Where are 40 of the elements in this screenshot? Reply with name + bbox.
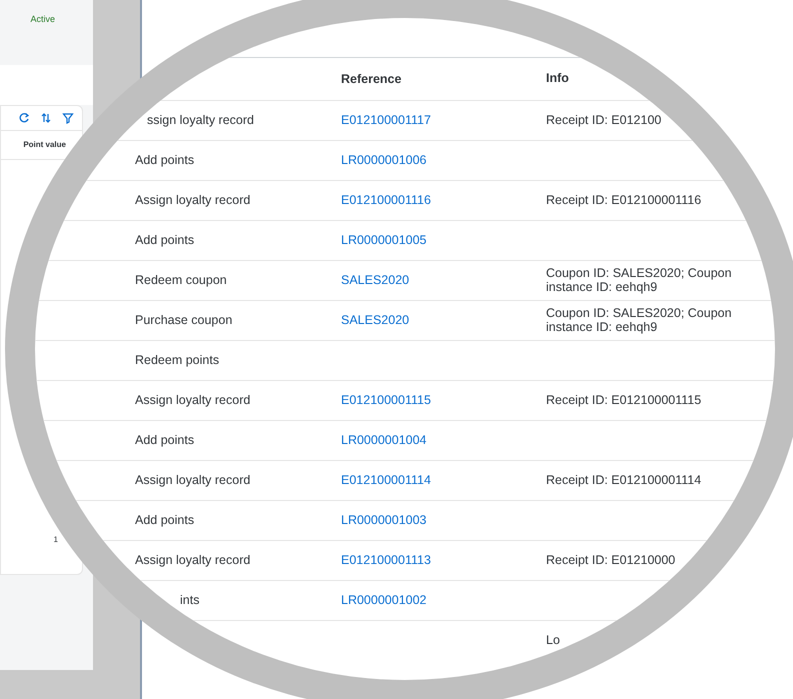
table-cell: Redeem coupon (135, 273, 227, 288)
table-cell: Purchase coupon (135, 313, 232, 328)
reference-link[interactable]: LR0000001005 (341, 233, 426, 248)
table-cell: Lo (546, 632, 560, 647)
table-cell: Assign loyalty record (135, 473, 250, 488)
table-cell: Assign loyalty record (135, 553, 250, 568)
reference-link[interactable]: E012100001115 (341, 393, 431, 408)
reference-link[interactable]: LR0000001002 (341, 593, 426, 608)
table-cell-text: 1 (52, 534, 59, 546)
filter-icon[interactable] (62, 112, 74, 124)
reference-link[interactable]: SALES2020 (341, 273, 410, 288)
reference-link[interactable]: LR0000001003 (341, 513, 426, 528)
table-cell: ssign loyalty record (147, 113, 254, 128)
table-cell: Receipt ID: E012100001116 (546, 192, 702, 207)
table-cell: Receipt ID: E012100001114 (546, 472, 702, 487)
table-cell: Add points (135, 233, 194, 248)
table-cell: Redeem points (135, 353, 220, 368)
table-cell: Add points (135, 433, 194, 448)
table-cell: Coupon ID: SALES2020; Coupon instance ID: eehqh9 (546, 266, 732, 294)
table-cell: Assign loyalty record (135, 193, 250, 208)
status-text: Active (30, 13, 55, 26)
reference-link[interactable]: E012100001116 (341, 193, 431, 208)
reference-link[interactable]: SALES2020 (341, 313, 410, 328)
reference-link[interactable]: E012100001117 (341, 113, 431, 128)
table-cell: ints (180, 593, 200, 608)
column-header: Info (546, 71, 569, 86)
table-cell: Coupon ID: SALES2020; Coupon instance ID: eehqh9 (546, 306, 732, 334)
column-header: Reference (341, 72, 402, 86)
reference-link[interactable]: E012100001114 (341, 473, 431, 488)
table-cell: Add points (135, 153, 194, 168)
table-cell: Assign loyalty record (135, 393, 250, 408)
refresh-icon[interactable] (18, 112, 30, 124)
reference-link[interactable]: LR0000001006 (341, 153, 426, 168)
table-cell: Receipt ID: E012100 (546, 112, 662, 127)
table-cell: Receipt ID: E01210000 (546, 552, 676, 567)
table-cell: Add points (135, 513, 194, 528)
reference-link[interactable]: LR0000001004 (341, 433, 426, 448)
table-cell: Receipt ID: E012100001115 (546, 392, 702, 407)
sort-icon[interactable] (40, 112, 52, 124)
reference-link[interactable]: E012100001113 (341, 553, 431, 568)
